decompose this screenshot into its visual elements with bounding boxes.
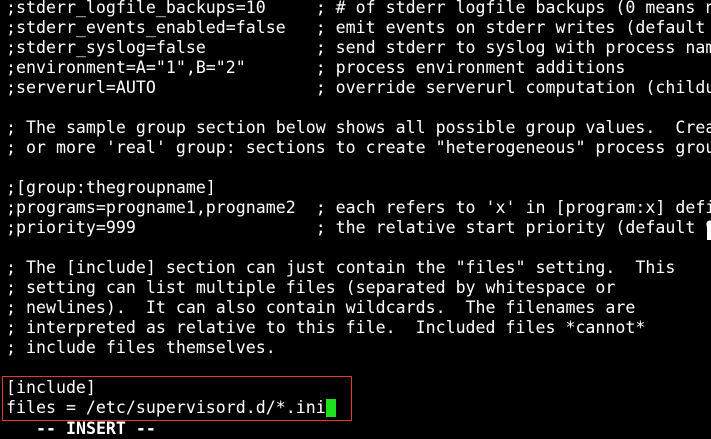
editor-line: ;[group:thegroupname] — [6, 178, 216, 197]
editor-line: ; include files themselves. — [6, 338, 276, 357]
editor-line: ; newlines). It can also contain wildcar… — [6, 298, 636, 317]
editor-line: ;environment=A="1",B="2" ; process envir… — [6, 58, 626, 77]
include-section-highlight — [2, 376, 352, 421]
editor-line: ;serverurl=AUTO ; override serverurl com… — [6, 78, 711, 97]
editor-line: ; or more 'real' group: sections to crea… — [6, 138, 711, 157]
editor-line: ; setting can list multiple files (separ… — [6, 278, 616, 297]
editor-line: ;priority=999 ; the relative start prior… — [6, 218, 711, 237]
editor-line: ; The [include] section can just contain… — [6, 258, 676, 277]
editor-line: ;stderr_events_enabled=false ; emit even… — [6, 18, 706, 37]
line-overflow-marker — [707, 222, 711, 240]
editor-line: ;programs=progname1,progname2 ; each ref… — [6, 198, 711, 217]
insert-mode-indicator: -- INSERT -- — [36, 419, 156, 438]
editor-line: ;stderr_syslog=false ; send stderr to sy… — [6, 38, 711, 57]
editor-line: ; The sample group section below shows a… — [6, 118, 711, 137]
terminal-text-area[interactable]: ;stderr_logfile_backups=10 ; # of stderr… — [6, 0, 711, 418]
editor-line: ;stderr_logfile_backups=10 ; # of stderr… — [6, 0, 711, 17]
editor-line: ; interpreted as relative to this file. … — [6, 318, 646, 337]
